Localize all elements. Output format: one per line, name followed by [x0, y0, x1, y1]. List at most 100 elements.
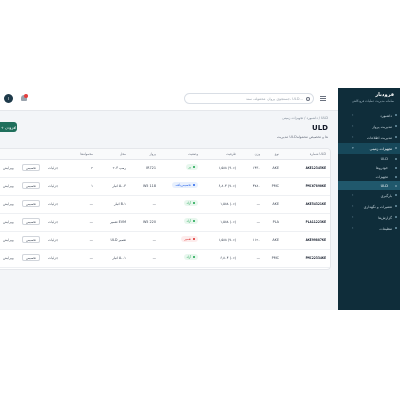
sidebar-item[interactable]: بارگیری ‹ — [338, 190, 400, 201]
sidebar-item-label: مدیریت پرواز — [372, 124, 392, 129]
sidebar-item[interactable]: مدیریت پرواز ‹ — [338, 121, 400, 132]
edit-button[interactable]: ویرایش — [3, 166, 14, 170]
status-dot-icon — [193, 238, 195, 240]
cell-location: رمپ ۲۰۳ — [112, 166, 126, 170]
sidebar-item-label: داشبورد — [380, 113, 392, 118]
menu-bullet-icon — [395, 176, 397, 178]
sidebar-item[interactable]: تعمیرات و نگهداری ‹ — [338, 201, 400, 212]
column-header[interactable]: محل — [120, 152, 126, 156]
cell-location: انبار B-۱ — [113, 202, 126, 206]
column-header[interactable]: وزن — [255, 152, 260, 156]
brand-title: فرودبار — [375, 92, 394, 98]
sidebar-item[interactable]: مدیریت اطلاعات ‹ — [338, 132, 400, 143]
edit-button[interactable]: ویرایش — [3, 220, 14, 224]
status-text: آزاد — [186, 219, 191, 223]
add-uld-button[interactable]: + افزودن — [0, 122, 17, 132]
table-row[interactable]: PLA11223KE PLA — ۱,۵۸۸ (۰٪) آزاد W5 220 تعمیر … — [0, 213, 330, 232]
sidebar-item[interactable]: ULD — [338, 181, 400, 190]
details-link[interactable]: جزئیات — [48, 238, 58, 242]
column-header[interactable]: شماره ULD — [310, 152, 326, 156]
search-icon — [306, 97, 310, 101]
brand: فرودبار سامانه مدیریت عملیات فرودگاهی — [352, 92, 394, 103]
menu-bullet-icon — [395, 205, 397, 207]
cell-cargo: — — [89, 238, 93, 242]
edit-button[interactable]: ویرایش — [3, 202, 14, 206]
status-text: پر — [188, 165, 192, 169]
column-header[interactable]: نوع — [275, 152, 279, 156]
menu-bullet-icon — [395, 125, 397, 127]
status-badge: تخصیص‌یافته — [172, 182, 198, 188]
search-input[interactable]: جستجوی پرواز، محموله، سند، ULD... — [184, 93, 314, 104]
sidebar-item-label: خودروها — [375, 165, 388, 170]
cell-cargo: — — [89, 220, 93, 224]
sidebar-item[interactable]: تجهیزات زمینی ▾ — [338, 143, 400, 154]
details-link[interactable]: جزئیات — [48, 256, 58, 260]
cell-cargo: — — [89, 202, 93, 206]
details-link[interactable]: جزئیات — [48, 166, 58, 170]
cell-location: انبار A-۰۳ — [112, 184, 126, 188]
hamburger-menu-icon[interactable] — [320, 96, 326, 102]
notification-bell-icon[interactable] — [20, 94, 28, 102]
assign-button[interactable]: تخصیص — [22, 200, 40, 207]
table-row[interactable]: AKE54321KE AKE — ۱,۵۸۸ (۰٪) آزاد — انبار B-۱ — ج… — [0, 195, 330, 214]
sidebar-item[interactable]: تنظیمات ‹ — [338, 223, 400, 234]
details-link[interactable]: جزئیات — [48, 184, 58, 188]
menu-bullet-icon — [395, 158, 397, 160]
column-header[interactable]: ظرفیت — [226, 152, 236, 156]
sidebar-item[interactable]: تجهیزات — [338, 172, 400, 181]
edit-button[interactable]: ویرایش — [3, 256, 14, 260]
sidebar-item[interactable]: داشبورد ‹ — [338, 110, 400, 121]
cell-location: انبار A-۰۱ — [112, 256, 126, 260]
edit-button[interactable]: ویرایش — [3, 238, 14, 242]
column-header[interactable]: وضعیت — [188, 152, 198, 156]
assign-button[interactable]: تخصیص — [22, 182, 40, 189]
cell-capacity: ۶,۸۰۴ (۰٪) — [220, 256, 236, 260]
status-dot-icon — [193, 184, 195, 186]
column-header[interactable]: محموله‌ها — [80, 152, 93, 156]
table-row[interactable]: AKE99887KE AKE ۱۱۲۰ ۱,۵۸۸ (۷۰٪) تعمیر — ULD تع… — [0, 231, 330, 250]
cell-capacity: ۱,۵۸۸ (۰٪) — [220, 202, 236, 206]
chevron-icon: ‹ — [352, 215, 354, 219]
column-header[interactable]: پرواز — [149, 152, 156, 156]
table-row[interactable]: PMC67890KE PMC ۴۷۸۰ ۶,۸۰۴ (۷۰٪) تخصیص‌یافته W… — [0, 177, 330, 196]
status-badge: آزاد — [183, 218, 198, 224]
cell-capacity: ۱,۵۸۸ (۰٪) — [220, 220, 236, 224]
app-window: فرودبار سامانه مدیریت عملیات فرودگاهی دا… — [0, 88, 400, 310]
menu-bullet-icon — [395, 136, 397, 138]
menu-bullet-icon — [395, 194, 397, 196]
assign-button[interactable]: تخصیص — [22, 218, 40, 225]
table-row[interactable]: PMC22334KE PMC — ۶,۸۰۴ (۰٪) آزاد — انبار A-۰۱ —… — [0, 249, 330, 268]
details-link[interactable]: جزئیات — [48, 220, 58, 224]
cell-type: AKE — [272, 238, 279, 242]
edit-button[interactable]: ویرایش — [3, 184, 14, 188]
cell-weight: — — [256, 256, 260, 260]
menu-bullet-icon — [395, 185, 397, 187]
sidebar-item[interactable]: خودروها — [338, 163, 400, 172]
cell-weight: ۱۱۲۰ — [252, 238, 260, 242]
sidebar-item-label: تجهیزات زمینی — [369, 146, 392, 151]
menu-bullet-icon — [395, 147, 397, 149]
sidebar: فرودبار سامانه مدیریت عملیات فرودگاهی دا… — [338, 88, 400, 310]
table-row[interactable]: AKE12345KE AKE ۱۴۳۰ ۱,۵۸۸ (۹۰٪) پر IR721 رمپ ۲… — [0, 159, 330, 178]
status-text: تخصیص‌یافته — [175, 183, 191, 187]
avatar[interactable]: ا — [4, 94, 13, 103]
assign-button[interactable]: تخصیص — [22, 254, 40, 261]
sidebar-item-label: ULD — [380, 156, 388, 161]
cell-capacity: ۶,۸۰۴ (۷۰٪) — [218, 184, 236, 188]
sidebar-item-label: بارگیری — [380, 193, 392, 198]
status-dot-icon — [193, 256, 195, 258]
details-link[interactable]: جزئیات — [48, 202, 58, 206]
cell-flight: — — [152, 238, 156, 242]
cell-weight: ۴۷۸۰ — [252, 184, 260, 188]
cell-flight: — — [152, 256, 156, 260]
status-text: آزاد — [186, 201, 191, 205]
chevron-icon: ‹ — [352, 193, 354, 197]
sidebar-item[interactable]: ULD — [338, 154, 400, 163]
assign-button[interactable]: تخصیص — [22, 164, 40, 171]
cell-location: تعمیر EVM — [110, 220, 126, 224]
assign-button[interactable]: تخصیص — [22, 236, 40, 243]
menu-bullet-icon — [395, 167, 397, 169]
cell-type: PLA — [272, 220, 279, 224]
menu-bullet-icon — [395, 114, 397, 116]
sidebar-item[interactable]: گزارش‌ها ‹ — [338, 212, 400, 223]
